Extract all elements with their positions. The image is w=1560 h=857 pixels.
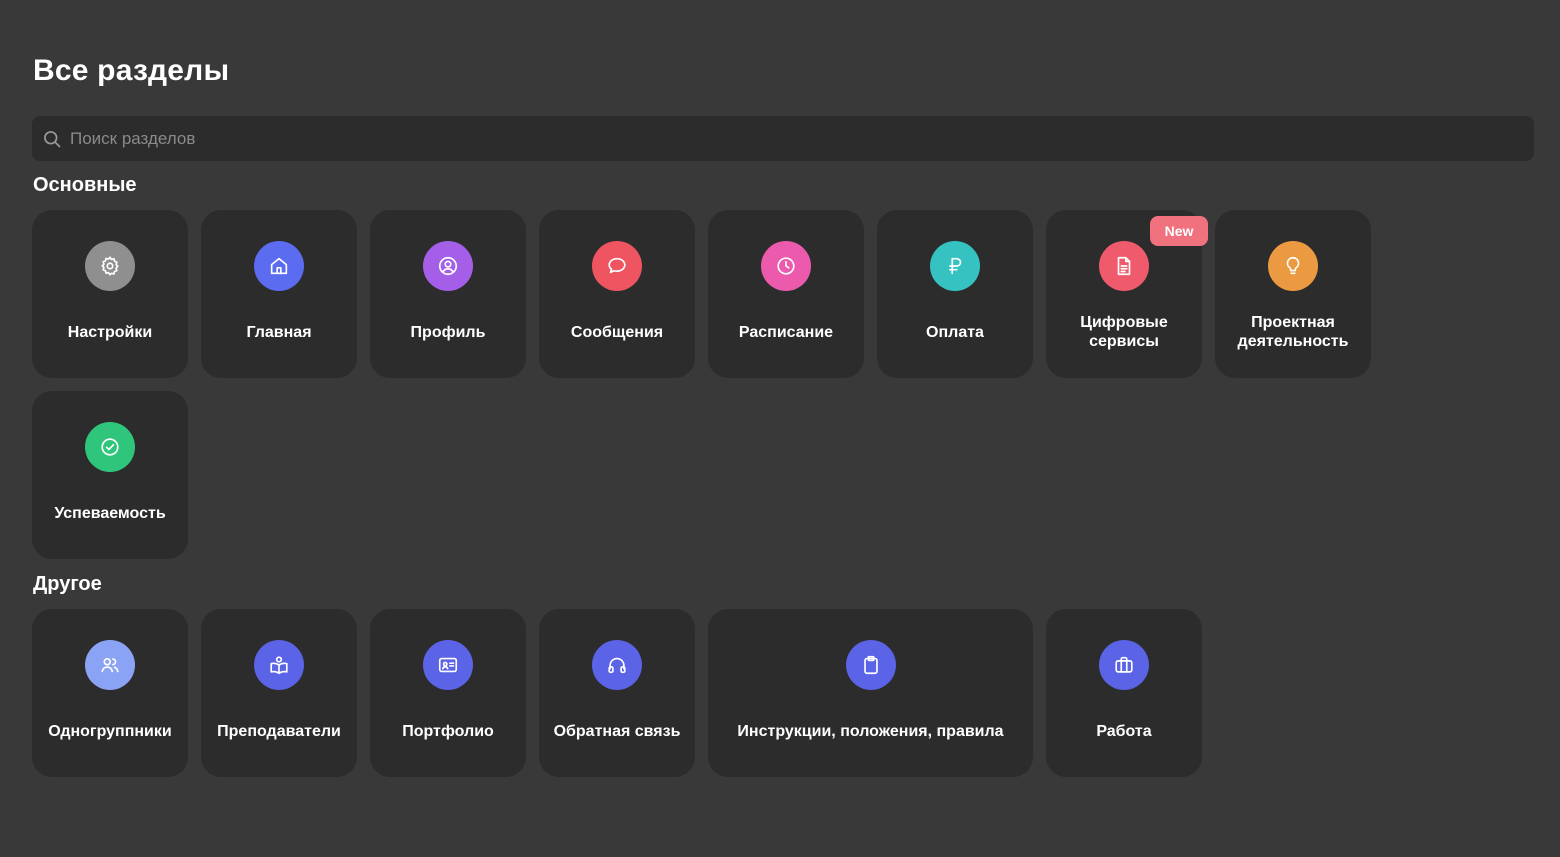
- tile-label: Главная: [246, 323, 312, 341]
- clipboard-icon: [845, 640, 896, 690]
- tile-label: Настройки: [67, 323, 153, 341]
- users-icon: [85, 640, 135, 690]
- ruble-icon: [930, 241, 980, 291]
- tile-label: Одногруппники: [48, 722, 172, 740]
- user-circle-icon: [423, 241, 473, 291]
- section-tile[interactable]: Работа: [1046, 609, 1202, 777]
- tile-label: Профиль: [410, 323, 486, 341]
- section-tile[interactable]: Успеваемость: [32, 391, 188, 559]
- tile-label: Преподаватели: [217, 722, 341, 740]
- id-card-icon: [423, 640, 473, 690]
- tile-label: Работа: [1096, 722, 1152, 740]
- tile-label: Инструкции, положения, правила: [737, 722, 1004, 740]
- section-tile[interactable]: Профиль: [370, 210, 526, 378]
- tile-label: Расписание: [738, 323, 834, 341]
- tile-label: Проектная деятельность: [1237, 314, 1349, 350]
- section-tile[interactable]: Инструкции, положения, правила: [708, 609, 1033, 777]
- search-input[interactable]: [62, 116, 1534, 161]
- check-circle-icon: [85, 422, 135, 472]
- section-tile[interactable]: Одногруппники: [32, 609, 188, 777]
- new-badge: New: [1150, 216, 1208, 246]
- home-icon: [254, 241, 304, 291]
- chat-bubble-icon: [592, 241, 642, 291]
- lightbulb-icon: [1268, 241, 1318, 291]
- tile-label: Сообщения: [570, 323, 664, 341]
- section-tile[interactable]: Обратная связь: [539, 609, 695, 777]
- headphones-icon: [592, 640, 642, 690]
- tile-label: Обратная связь: [553, 722, 681, 740]
- document-icon: [1099, 241, 1149, 291]
- clock-icon: [761, 241, 811, 291]
- page-title: Все разделы: [33, 54, 230, 87]
- section-tile[interactable]: Главная: [201, 210, 357, 378]
- section-tile[interactable]: Оплата: [877, 210, 1033, 378]
- teacher-book-icon: [254, 640, 304, 690]
- section-tile[interactable]: Проектная деятельность: [1215, 210, 1371, 378]
- tile-label: Цифровые сервисы: [1080, 314, 1168, 350]
- section-title-other: Другое: [33, 573, 102, 595]
- gear-icon: [85, 241, 135, 291]
- section-tile[interactable]: Портфолио: [370, 609, 526, 777]
- tile-label: Портфолио: [402, 722, 494, 740]
- all-sections-page: Все разделы Основные Настройки Главная Про…: [0, 0, 1560, 857]
- tile-label: Оплата: [926, 323, 984, 341]
- section-tile[interactable]: Расписание: [708, 210, 864, 378]
- briefcase-icon: [1099, 640, 1149, 690]
- section-tile[interactable]: Цифровые сервисы New: [1046, 210, 1208, 378]
- section-tile[interactable]: Преподаватели: [201, 609, 357, 777]
- main-sections-grid: Настройки Главная Профиль Сообщения Расписан…: [32, 210, 1371, 559]
- search-bar[interactable]: [32, 116, 1534, 161]
- search-icon: [44, 130, 61, 147]
- tile-label: Успеваемость: [54, 504, 166, 522]
- section-tile[interactable]: Сообщения: [539, 210, 695, 378]
- other-sections-grid: Одногруппники Преподаватели Портфолио Обрат…: [32, 609, 1371, 777]
- section-title-main: Основные: [33, 174, 137, 196]
- section-tile[interactable]: Настройки: [32, 210, 188, 378]
